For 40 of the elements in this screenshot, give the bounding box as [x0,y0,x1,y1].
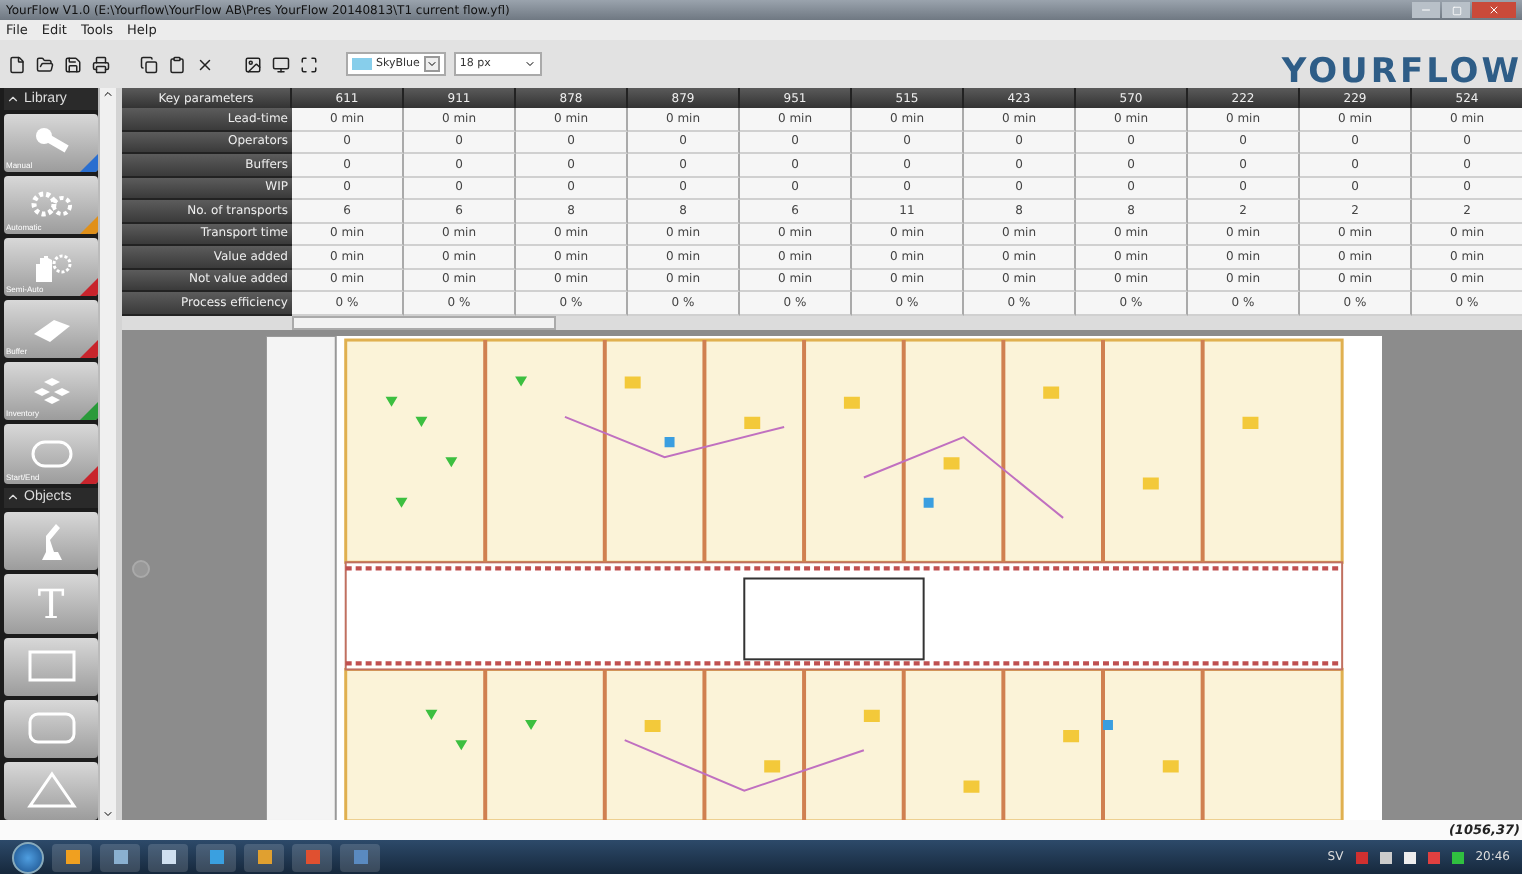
tray-icon[interactable] [1451,851,1464,863]
triangle-icon [25,770,77,811]
taskbar-app-icon[interactable] [148,843,188,871]
print-icon[interactable] [90,54,110,74]
image-icon[interactable] [242,54,262,74]
scrollbar[interactable] [98,88,116,820]
dropdown-button[interactable] [423,56,440,72]
collapse-icon [6,91,20,106]
taskbar-app-icon[interactable] [100,843,140,871]
close-icon [1488,4,1500,16]
paste-icon[interactable] [166,54,186,74]
rounded-rectangle-icon [25,708,77,749]
object-tile[interactable] [4,637,98,696]
taskbar-app-icon[interactable] [244,843,284,871]
copy-icon[interactable] [138,54,158,74]
boxes-icon [29,375,73,408]
start-button[interactable] [12,841,44,873]
delete-icon[interactable] [194,54,214,74]
logo: YOURFLOW [1281,50,1522,92]
collapse-icon [6,490,20,505]
object-tile[interactable] [4,512,98,571]
text-tool-label: T [37,579,65,628]
rectangle-icon [25,646,77,687]
taskbar-app-icon[interactable] [52,843,92,871]
object-tile[interactable] [4,699,98,758]
caret-icon [425,58,438,70]
new-file-icon[interactable] [6,54,26,74]
maximize-icon [1451,5,1461,15]
save-icon[interactable] [62,54,82,74]
folder-icon[interactable] [34,54,54,74]
scroll-up-icon[interactable] [102,88,114,100]
minimize-icon [1420,4,1432,16]
color-swatch [352,58,372,70]
fit-icon[interactable] [298,54,318,74]
monitor-icon[interactable] [270,54,290,74]
scroll-down-icon[interactable] [102,808,114,820]
gears-icon [29,188,73,221]
taskbar-app-icon[interactable] [196,843,236,871]
object-tile[interactable] [4,761,98,820]
caret-icon [523,58,536,70]
